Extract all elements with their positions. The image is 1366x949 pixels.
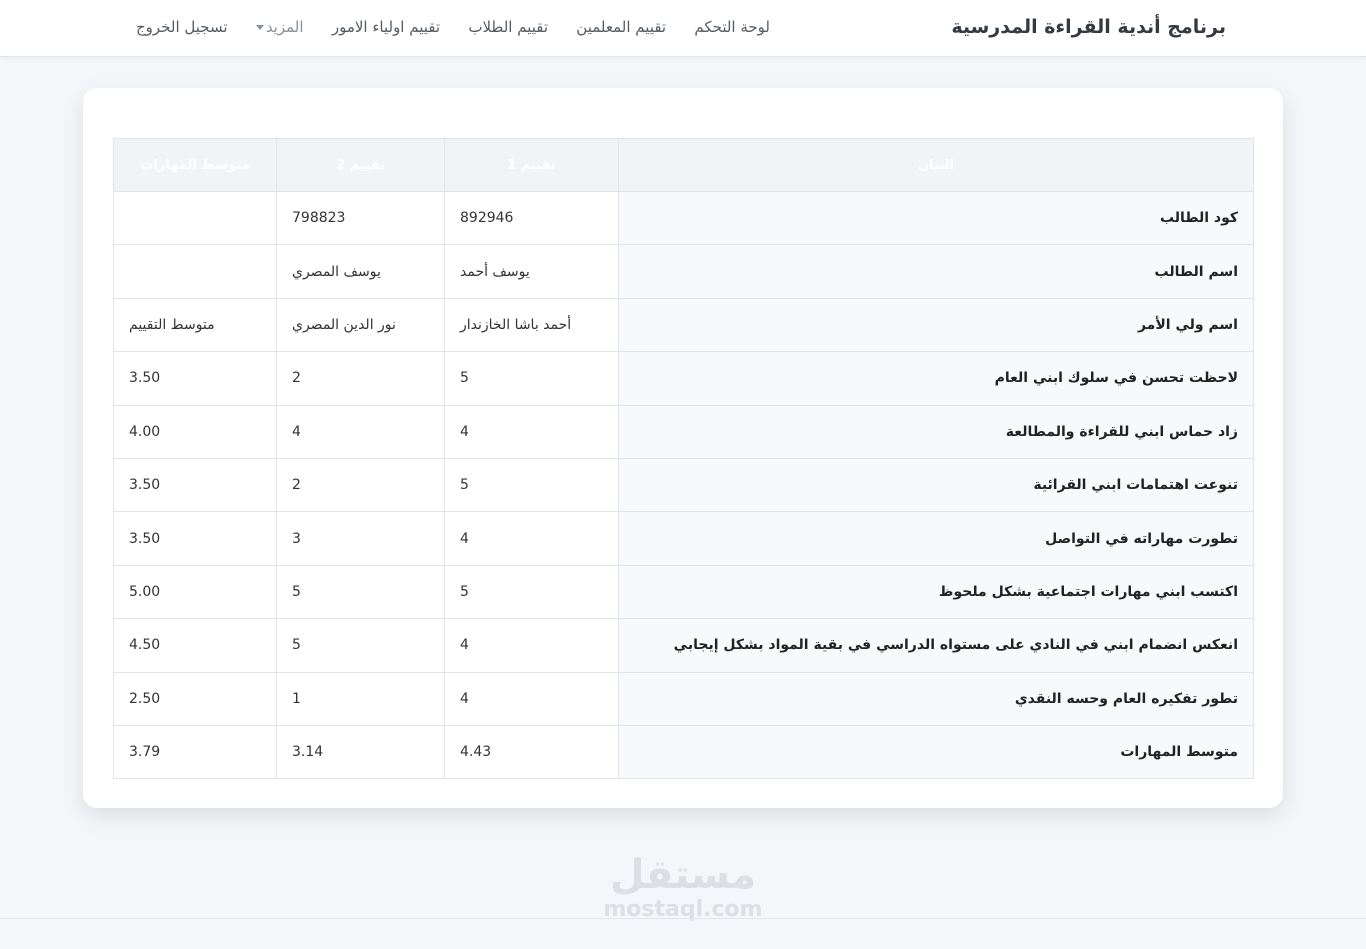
- cell-average: 3.50: [113, 351, 277, 406]
- mostaql-watermark: مستقل mostaql.com: [600, 852, 766, 922]
- cell-average: [113, 190, 277, 246]
- table-row: لاحظت تحسن في سلوك ابني العام 5 2 3.50: [113, 351, 1254, 406]
- cell-average: 4.50: [113, 618, 277, 673]
- table-row: تطور تفكيره العام وحسه النقدي 4 1 2.50: [113, 671, 1254, 726]
- report-card: البيان تقييم 1 تقييم 2 متوسط المهارات كو…: [83, 88, 1283, 808]
- cell-average: 3.79: [113, 724, 277, 780]
- cell-eval-2: نور الدين المصري: [276, 297, 445, 353]
- cell-eval-2: 2: [276, 351, 445, 406]
- cell-average: 3.50: [113, 511, 277, 566]
- cell-eval-1: 4: [444, 404, 619, 459]
- cell-eval-2: 5: [276, 618, 445, 673]
- table-row: زاد حماس ابني للقراءة والمطالعة 4 4 4.00: [113, 404, 1254, 459]
- nav-logout[interactable]: تسجيل الخروج: [136, 18, 228, 36]
- nav-more-label: المزيد: [265, 18, 304, 36]
- row-label: متوسط المهارات: [618, 724, 1254, 780]
- row-label: تطورت مهاراته في التواصل: [618, 511, 1254, 566]
- cell-eval-2: يوسف المصري: [276, 244, 445, 299]
- cell-eval-2: 798823: [276, 190, 445, 246]
- row-label: زاد حماس ابني للقراءة والمطالعة: [618, 404, 1254, 459]
- cell-eval-2: 4: [276, 404, 445, 459]
- row-label: اسم الطالب: [618, 244, 1254, 299]
- cell-eval-1: 4.43: [444, 724, 619, 780]
- caret-down-icon: [255, 25, 264, 30]
- cell-eval-2: 1: [276, 671, 445, 726]
- cell-eval-1: 5: [444, 457, 619, 513]
- cell-eval-2: 5: [276, 564, 445, 620]
- nav-teacher-evaluation[interactable]: تقييم المعلمين: [576, 18, 666, 36]
- row-label: تنوعت اهتمامات ابني القرائية: [618, 457, 1254, 513]
- table-row: اكتسب ابني مهارات اجتماعية بشكل ملحوظ 5 …: [113, 564, 1254, 620]
- table-row: تنوعت اهتمامات ابني القرائية 5 2 3.50: [113, 457, 1254, 513]
- row-label: تطور تفكيره العام وحسه النقدي: [618, 671, 1254, 726]
- table-row-summary: متوسط المهارات 4.43 3.14 3.79: [113, 724, 1254, 780]
- row-label: اسم ولي الأمر: [618, 297, 1254, 353]
- row-label: كود الطالب: [618, 190, 1254, 246]
- table-row: تطورت مهاراته في التواصل 4 3 3.50: [113, 511, 1254, 566]
- cell-eval-1: 4: [444, 618, 619, 673]
- table-header-row: البيان تقييم 1 تقييم 2 متوسط المهارات: [113, 138, 1254, 192]
- cell-eval-1: 5: [444, 351, 619, 406]
- header-statement: البيان: [618, 138, 1254, 192]
- table-row: اسم ولي الأمر أحمد باشا الخازندار نور ال…: [113, 297, 1254, 353]
- table-row: انعكس انضمام ابني في النادي على مستواه ا…: [113, 618, 1254, 673]
- cell-eval-1: 4: [444, 671, 619, 726]
- cell-eval-1: أحمد باشا الخازندار: [444, 297, 619, 353]
- watermark-arabic: مستقل: [609, 852, 757, 898]
- cell-eval-2: 2: [276, 457, 445, 513]
- footer-divider: [0, 918, 1366, 919]
- header-skills-average: متوسط المهارات: [113, 138, 277, 192]
- cell-average: 5.00: [113, 564, 277, 620]
- cell-average: متوسط التقييم: [113, 297, 277, 353]
- top-navbar: برنامج أندية القراءة المدرسية لوحة التحك…: [0, 0, 1366, 57]
- header-eval-2: تقييم 2: [276, 138, 445, 192]
- cell-eval-2: 3: [276, 511, 445, 566]
- cell-average: 3.50: [113, 457, 277, 513]
- cell-average: 2.50: [113, 671, 277, 726]
- nav-links: لوحة التحكم تقييم المعلمين تقييم الطلاب …: [136, 18, 770, 36]
- row-label: لاحظت تحسن في سلوك ابني العام: [618, 351, 1254, 406]
- cell-eval-1: 892946: [444, 190, 619, 246]
- evaluation-table: البيان تقييم 1 تقييم 2 متوسط المهارات كو…: [113, 138, 1254, 780]
- cell-average: [113, 244, 277, 299]
- cell-eval-1: 5: [444, 564, 619, 620]
- cell-eval-1: 4: [444, 511, 619, 566]
- nav-dashboard[interactable]: لوحة التحكم: [694, 18, 770, 36]
- nav-parent-evaluation[interactable]: تقييم اولياء الامور: [332, 18, 440, 36]
- row-label: اكتسب ابني مهارات اجتماعية بشكل ملحوظ: [618, 564, 1254, 620]
- header-eval-1: تقييم 1: [444, 138, 619, 192]
- app-brand[interactable]: برنامج أندية القراءة المدرسية: [951, 16, 1226, 38]
- row-label: انعكس انضمام ابني في النادي على مستواه ا…: [618, 618, 1254, 673]
- cell-average: 4.00: [113, 404, 277, 459]
- table-row: اسم الطالب يوسف أحمد يوسف المصري: [113, 244, 1254, 299]
- cell-eval-1: يوسف أحمد: [444, 244, 619, 299]
- cell-eval-2: 3.14: [276, 724, 445, 780]
- nav-more-dropdown[interactable]: المزيد: [255, 18, 304, 36]
- nav-student-evaluation[interactable]: تقييم الطلاب: [468, 18, 548, 36]
- table-row: كود الطالب 892946 798823: [113, 190, 1254, 246]
